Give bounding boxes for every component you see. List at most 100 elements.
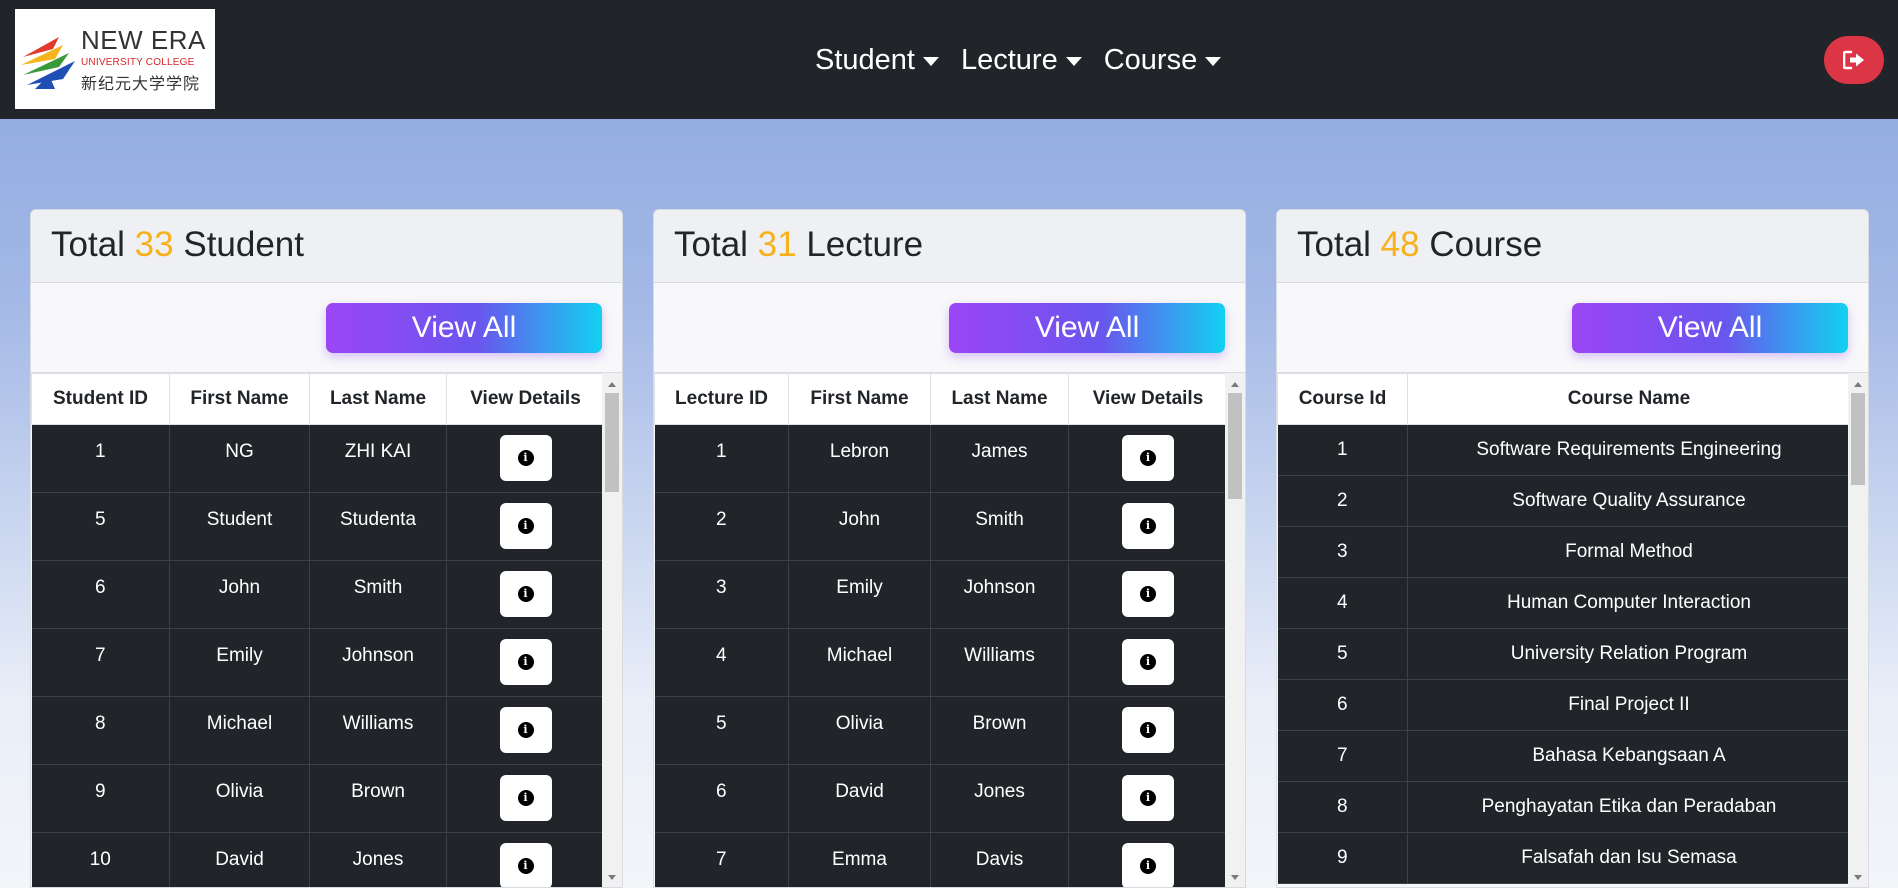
course-name-cell: Human Computer Interaction xyxy=(1407,577,1851,629)
view-details-button[interactable]: i xyxy=(499,503,552,549)
lecture-id-cell: 3 xyxy=(654,560,789,629)
brand-name: NEW ERA xyxy=(81,25,206,55)
column-header[interactable]: Last Name xyxy=(309,373,447,425)
nav-lecture-dropdown[interactable]: Lecture xyxy=(961,44,1082,77)
scrollbar-thumb[interactable] xyxy=(605,393,619,492)
sign-out-icon xyxy=(1843,50,1864,70)
view-details-cell: i xyxy=(446,628,605,697)
view-details-button[interactable]: i xyxy=(1122,639,1174,685)
brand-chinese-name: 新纪元大学学院 xyxy=(81,76,201,93)
view-details-button[interactable]: i xyxy=(1122,843,1174,887)
view-details-cell: i xyxy=(1068,832,1228,887)
student-card-header: Total 33 Student xyxy=(31,210,622,283)
first-name-cell: Student xyxy=(169,492,310,561)
nav-course-dropdown[interactable]: Course xyxy=(1104,44,1222,77)
caret-down-icon xyxy=(922,56,939,66)
view-details-button[interactable]: i xyxy=(499,775,552,821)
first-name-cell: John xyxy=(788,492,931,561)
scroll-down-arrow-icon[interactable] xyxy=(608,875,616,880)
logo-mark-icon xyxy=(21,37,75,89)
view-details-button[interactable]: i xyxy=(499,639,552,685)
course-id-cell: 8 xyxy=(1277,781,1408,833)
scroll-up-arrow-icon[interactable] xyxy=(1854,382,1862,387)
table-row: 10 David Jones i xyxy=(31,832,605,887)
course-summary-card: Total 48 Course View All Course Id Cours… xyxy=(1276,209,1869,888)
first-name-cell: Olivia xyxy=(788,696,931,765)
course-total-count: 48 xyxy=(1380,225,1420,264)
column-header[interactable]: Course Id xyxy=(1277,373,1408,425)
column-header[interactable]: First Name xyxy=(788,373,931,425)
lecture-id-cell: 1 xyxy=(654,424,789,493)
course-name-cell: Software Requirements Engineering xyxy=(1407,424,1851,476)
view-details-button[interactable]: i xyxy=(1122,571,1174,617)
column-header[interactable]: Last Name xyxy=(930,373,1069,425)
info-icon: i xyxy=(517,858,534,874)
lecture-view-all-button[interactable]: View All xyxy=(949,303,1225,353)
view-details-button[interactable]: i xyxy=(1122,775,1174,821)
scroll-down-arrow-icon[interactable] xyxy=(1854,875,1862,880)
course-name-cell: University Relation Program xyxy=(1407,628,1851,680)
course-view-all-button[interactable]: View All xyxy=(1572,303,1848,353)
lecture-total-prefix: Total xyxy=(674,225,748,264)
table-row: 5 University Relation Program xyxy=(1277,628,1851,680)
view-details-cell: i xyxy=(446,764,605,833)
table-header-row: Course Id Course Name xyxy=(1277,373,1851,425)
column-header[interactable]: View Details xyxy=(446,373,605,425)
course-table-scrollbar[interactable] xyxy=(1848,373,1868,887)
lecture-table-scrollbar[interactable] xyxy=(1225,373,1245,887)
last-name-cell: Studenta xyxy=(309,492,447,561)
column-header[interactable]: Lecture ID xyxy=(654,373,789,425)
info-icon: i xyxy=(1140,858,1156,874)
student-table-scrollbar[interactable] xyxy=(602,373,622,887)
course-name-cell: Falsafah dan Isu Semasa xyxy=(1407,832,1851,884)
column-header[interactable]: Course Name xyxy=(1407,373,1851,425)
column-header[interactable]: First Name xyxy=(169,373,310,425)
brand-logo[interactable]: NEW ERA UNIVERSITY COLLEGE 新纪元大学学院 xyxy=(15,9,215,109)
course-id-cell: 6 xyxy=(1277,679,1408,731)
info-icon: i xyxy=(517,518,534,534)
last-name-cell: Williams xyxy=(930,628,1069,697)
view-details-cell: i xyxy=(1068,424,1228,493)
lecture-id-cell: 6 xyxy=(654,764,789,833)
main-nav: Student Lecture Course xyxy=(815,40,1222,80)
lecture-table-container: Lecture ID First Name Last Name View Det… xyxy=(654,373,1245,887)
course-id-cell: 9 xyxy=(1277,832,1408,884)
info-icon: i xyxy=(1140,722,1156,738)
course-id-cell: 7 xyxy=(1277,730,1408,782)
student-id-cell: 9 xyxy=(31,764,170,833)
view-details-button[interactable]: i xyxy=(499,843,552,887)
last-name-cell: Johnson xyxy=(309,628,447,697)
scroll-up-arrow-icon[interactable] xyxy=(608,382,616,387)
lecture-id-cell: 7 xyxy=(654,832,789,887)
scroll-up-arrow-icon[interactable] xyxy=(1231,382,1239,387)
view-details-button[interactable]: i xyxy=(1122,435,1174,481)
scrollbar-thumb[interactable] xyxy=(1851,393,1865,485)
info-icon: i xyxy=(1140,450,1156,466)
view-details-button[interactable]: i xyxy=(1122,707,1174,753)
student-view-all-button[interactable]: View All xyxy=(326,303,602,353)
student-card-actions: View All xyxy=(31,283,622,373)
table-row: 7 Emily Johnson i xyxy=(31,628,605,697)
info-icon: i xyxy=(517,722,534,738)
column-header[interactable]: View Details xyxy=(1068,373,1228,425)
course-name-cell: Formal Method xyxy=(1407,526,1851,578)
student-id-cell: 6 xyxy=(31,560,170,629)
scrollbar-thumb[interactable] xyxy=(1228,393,1242,499)
column-header[interactable]: Student ID xyxy=(31,373,170,425)
info-icon: i xyxy=(1140,518,1156,534)
logout-button[interactable] xyxy=(1824,36,1884,84)
first-name-cell: Emily xyxy=(788,560,931,629)
info-icon: i xyxy=(517,586,534,602)
course-table: Course Id Course Name 1 Software Require… xyxy=(1277,373,1851,884)
first-name-cell: Lebron xyxy=(788,424,931,493)
first-name-cell: David xyxy=(788,764,931,833)
view-details-button[interactable]: i xyxy=(499,571,552,617)
view-details-button[interactable]: i xyxy=(499,435,552,481)
last-name-cell: Jones xyxy=(309,832,447,887)
scroll-down-arrow-icon[interactable] xyxy=(1231,875,1239,880)
view-details-button[interactable]: i xyxy=(1122,503,1174,549)
course-id-cell: 3 xyxy=(1277,526,1408,578)
nav-student-dropdown[interactable]: Student xyxy=(815,44,939,77)
last-name-cell: James xyxy=(930,424,1069,493)
view-details-button[interactable]: i xyxy=(499,707,552,753)
